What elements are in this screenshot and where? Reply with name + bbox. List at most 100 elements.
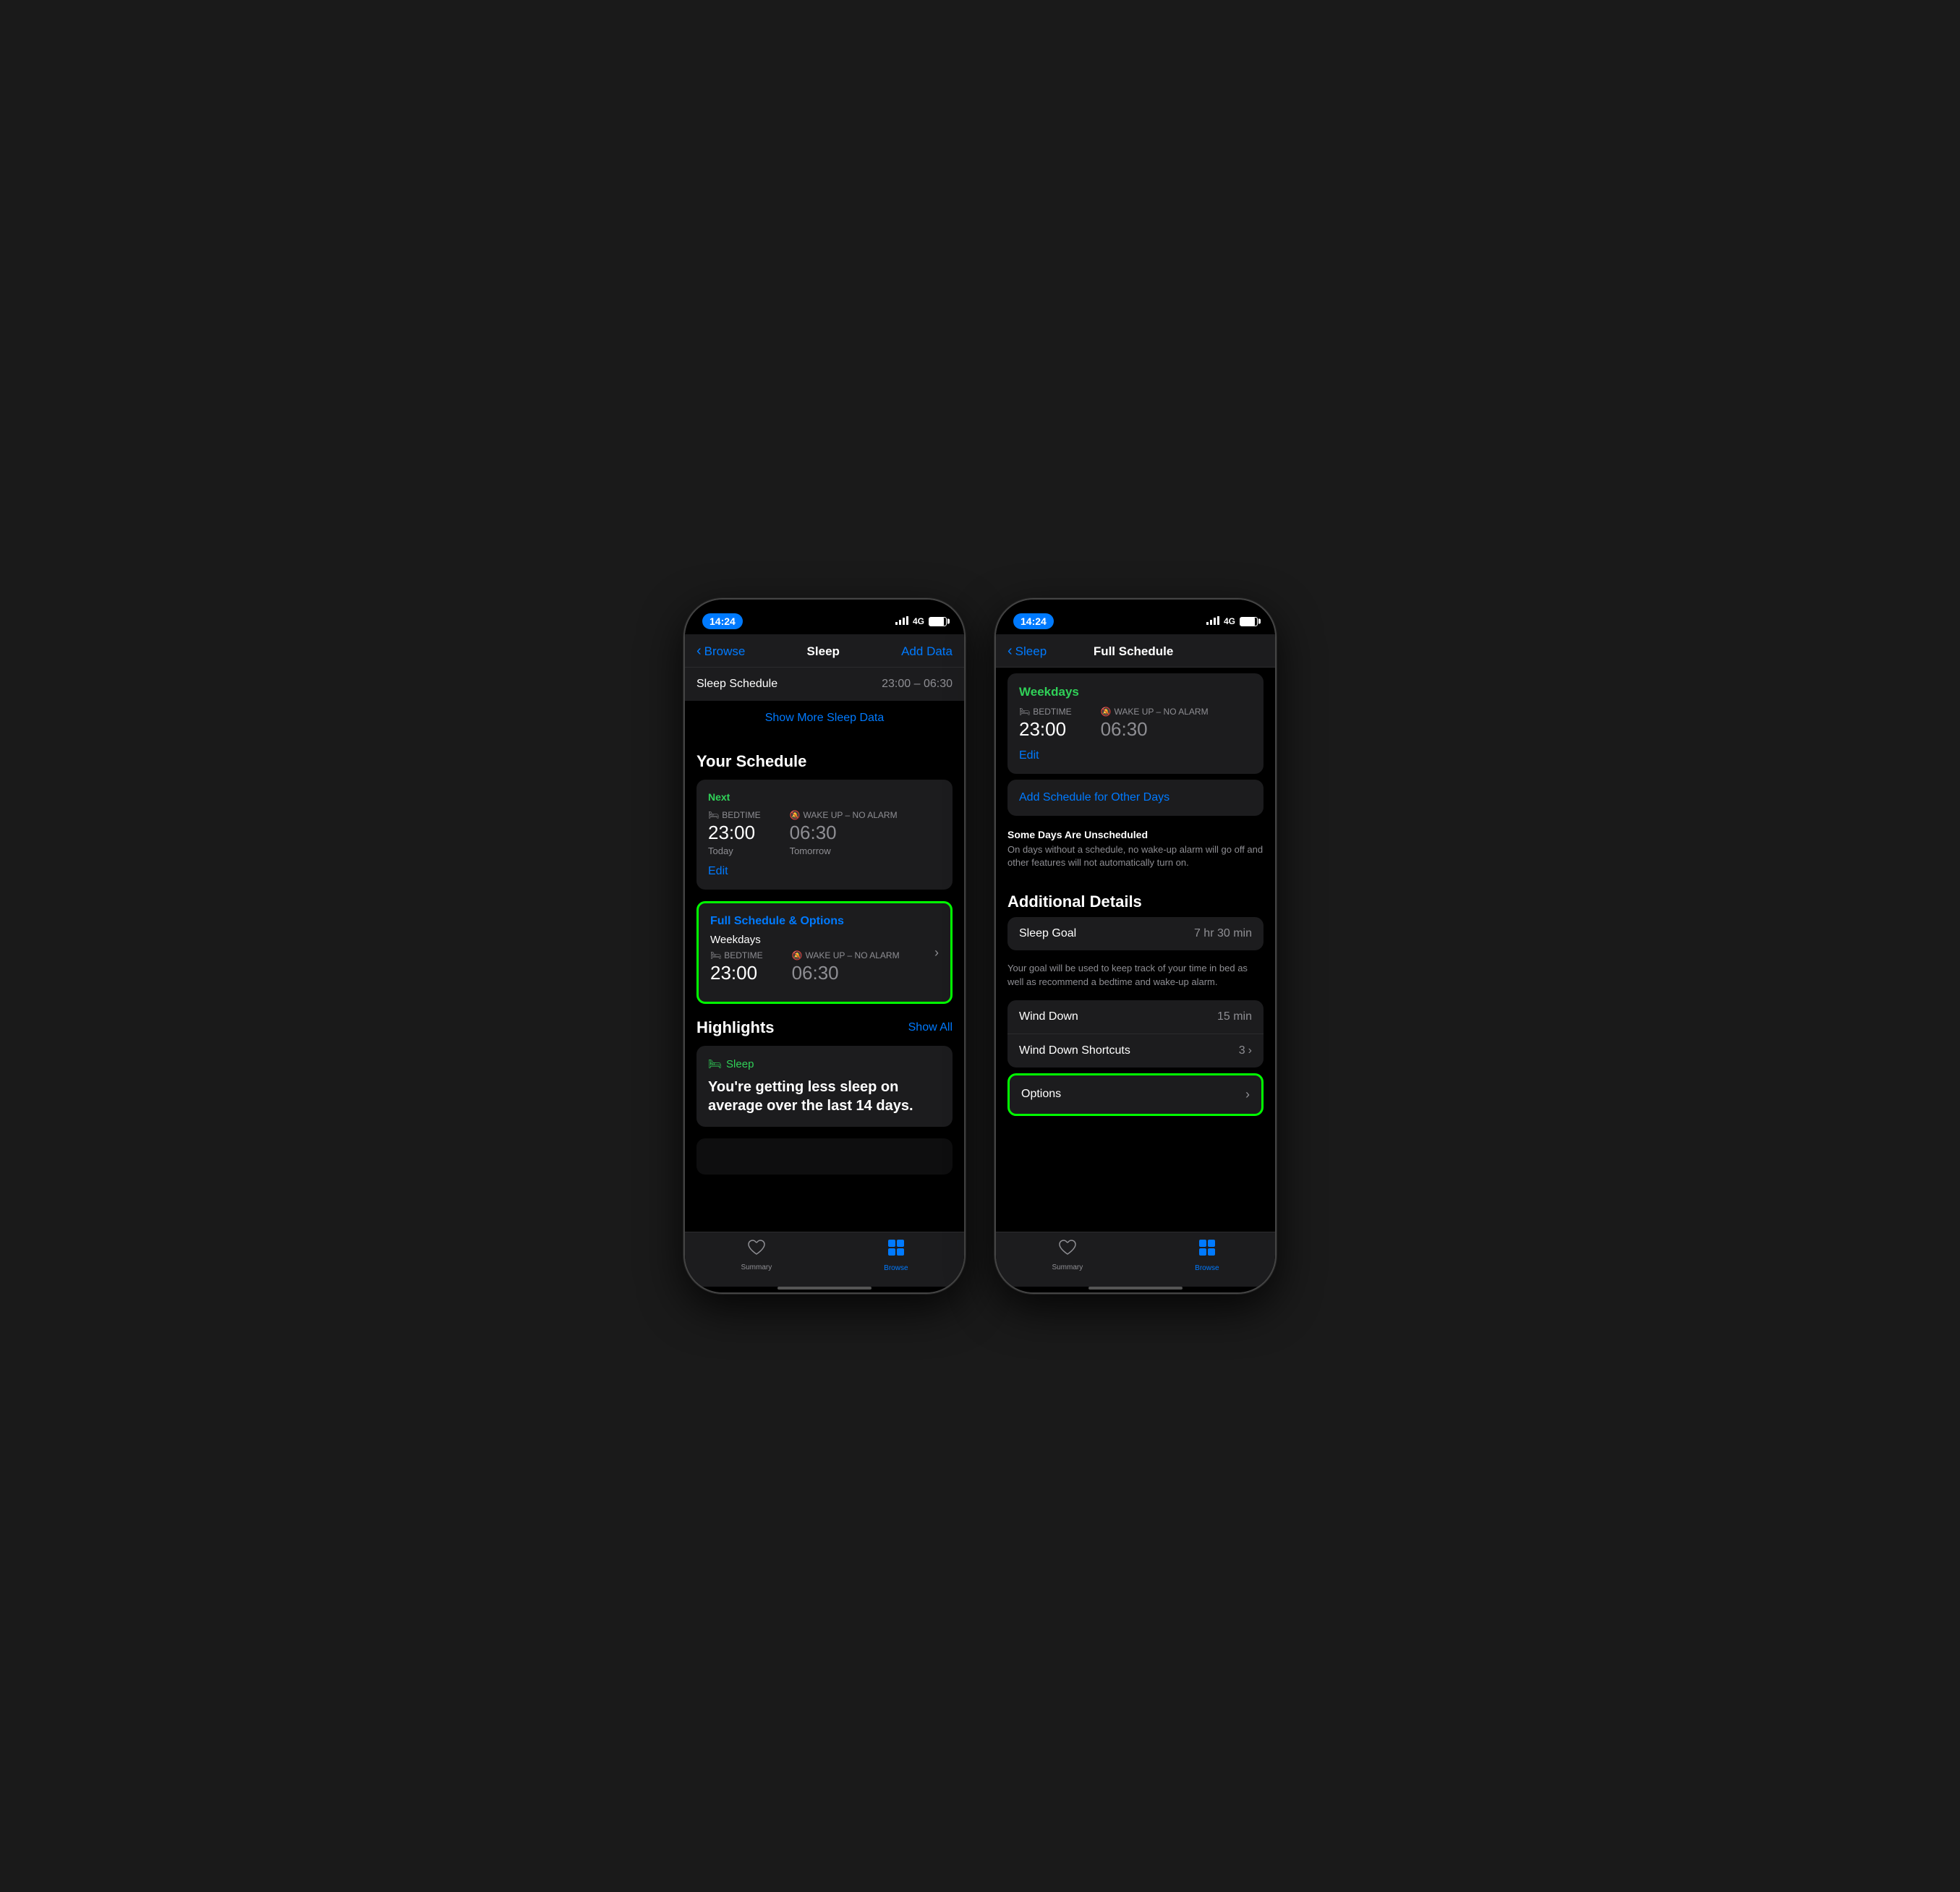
home-indicator-1 — [685, 1287, 964, 1292]
status-time-2: 14:24 — [1013, 613, 1054, 629]
wd-bed-icon: 🛏 — [1019, 707, 1030, 717]
bed-icon: 🛏 — [708, 810, 719, 820]
back-button-1[interactable]: ‹ Browse — [696, 643, 745, 660]
wd-bedtime-label: 🛏 BEDTIME — [1019, 707, 1072, 717]
full-schedule-title: Full Schedule & Options — [710, 915, 934, 928]
highlights-heading: Highlights — [696, 1018, 775, 1037]
fs-bedtime-label: 🛏 BEDTIME — [710, 950, 763, 960]
fs-wakeup-value: 06:30 — [792, 962, 900, 984]
tab-summary-1[interactable]: Summary — [741, 1239, 772, 1271]
sleep-schedule-row[interactable]: Sleep Schedule 23:00 – 06:30 — [685, 668, 964, 701]
wakeup-day: Tomorrow — [790, 845, 898, 856]
nav-bar-2: ‹ Sleep Full Schedule — [996, 634, 1275, 668]
additional-details-heading: Additional Details — [996, 881, 1275, 917]
fs-alarm-icon: 🔕 — [792, 950, 803, 960]
bedtime-value: 23:00 — [708, 822, 761, 844]
full-schedule-card-inner: Full Schedule & Options Weekdays 🛏 BEDTI… — [710, 915, 939, 990]
next-card-edit-link[interactable]: Edit — [708, 865, 941, 878]
status-bar-2: 14:24 4G — [996, 600, 1275, 634]
shortcuts-chevron: › — [1248, 1044, 1252, 1057]
unscheduled-text: On days without a schedule, no wake-up a… — [1007, 843, 1264, 869]
wind-down-row[interactable]: Wind Down 15 min — [1007, 1000, 1264, 1034]
wd-bedtime-col: 🛏 BEDTIME 23:00 — [1019, 707, 1072, 741]
full-schedule-card[interactable]: Full Schedule & Options Weekdays 🛏 BEDTI… — [696, 901, 953, 1004]
fs-bedtime-col: 🛏 BEDTIME 23:00 — [710, 950, 763, 984]
full-schedule-day: Weekdays — [710, 934, 934, 946]
wd-wakeup-value: 06:30 — [1101, 718, 1209, 741]
grid-icon-2 — [1198, 1238, 1217, 1262]
phone-1: 14:24 4G ‹ Browse Sleep Ad — [683, 598, 966, 1294]
screen-1: Sleep Schedule 23:00 – 06:30 Show More S… — [685, 668, 964, 1232]
weekdays-times: 🛏 BEDTIME 23:00 🔕 WAKE UP – NO ALARM 06:… — [1019, 707, 1252, 741]
wakeup-col: 🔕 WAKE UP – NO ALARM 06:30 Tomorrow — [790, 810, 898, 856]
sleep-goal-row[interactable]: Sleep Goal 7 hr 30 min — [1007, 917, 1264, 950]
fs-bedtime-value: 23:00 — [710, 962, 763, 984]
tab-browse-1[interactable]: Browse — [884, 1238, 908, 1272]
highlight-card[interactable]: 🛏 Sleep You're getting less sleep on ave… — [696, 1046, 953, 1127]
add-data-button[interactable]: Add Data — [901, 644, 953, 659]
chevron-left-icon-1: ‹ — [696, 643, 702, 660]
wind-down-card: Wind Down 15 min Wind Down Shortcuts 3 › — [1007, 1000, 1264, 1068]
sleep-schedule-label: Sleep Schedule — [696, 678, 777, 691]
screen-2: Weekdays 🛏 BEDTIME 23:00 🔕 — [996, 668, 1275, 1232]
fs-bed-icon: 🛏 — [710, 950, 721, 960]
back-button-2[interactable]: ‹ Sleep — [1007, 643, 1047, 660]
status-right-1: 4G — [895, 616, 947, 627]
phones-container: 14:24 4G ‹ Browse Sleep Ad — [683, 598, 1277, 1294]
sleep-goal-note: Your goal will be used to keep track of … — [996, 956, 1275, 1000]
tab-browse-label-2: Browse — [1195, 1264, 1219, 1272]
home-indicator-2 — [996, 1287, 1275, 1292]
full-schedule-chevron: › — [934, 945, 939, 960]
signal-icon-2 — [1206, 616, 1219, 627]
full-schedule-times: 🛏 BEDTIME 23:00 🔕 WAKE UP – NO ALARM — [710, 950, 934, 984]
next-schedule-card[interactable]: Next 🛏 BEDTIME 23:00 Today — [696, 780, 953, 890]
sleep-goal-label: Sleep Goal — [1019, 927, 1076, 940]
alarm-icon: 🔕 — [790, 810, 801, 820]
wd-bedtime-value: 23:00 — [1019, 718, 1072, 741]
wd-alarm-icon: 🔕 — [1101, 707, 1112, 717]
highlights-header: Highlights Show All — [685, 1015, 964, 1046]
notch-1 — [770, 600, 879, 621]
bedtime-day: Today — [708, 845, 761, 856]
show-more-button[interactable]: Show More Sleep Data — [685, 702, 964, 735]
tab-summary-label-2: Summary — [1052, 1264, 1083, 1271]
options-chevron: › — [1245, 1087, 1250, 1102]
grid-icon-1 — [887, 1238, 906, 1262]
tab-browse-2[interactable]: Browse — [1195, 1238, 1219, 1272]
chevron-left-icon-2: ‹ — [1007, 643, 1013, 660]
tab-browse-label-1: Browse — [884, 1264, 908, 1272]
status-bar-1: 14:24 4G — [685, 600, 964, 634]
add-schedule-button[interactable]: Add Schedule for Other Days — [1007, 780, 1264, 816]
weekdays-edit-link[interactable]: Edit — [1019, 749, 1252, 762]
sleep-schedule-value: 23:00 – 06:30 — [882, 678, 953, 691]
wd-wakeup-label: 🔕 WAKE UP – NO ALARM — [1101, 707, 1209, 717]
sleep-goal-card: Sleep Goal 7 hr 30 min — [1007, 917, 1264, 950]
weekdays-label: Weekdays — [1019, 685, 1252, 699]
notch-2 — [1081, 600, 1190, 621]
next-card-times: 🛏 BEDTIME 23:00 Today 🔕 WAKE UP – NO ALA… — [708, 810, 941, 856]
fs-wakeup-col: 🔕 WAKE UP – NO ALARM 06:30 — [792, 950, 900, 984]
next-card-label: Next — [708, 791, 941, 803]
full-schedule-content: Full Schedule & Options Weekdays 🛏 BEDTI… — [710, 915, 934, 990]
tab-summary-2[interactable]: Summary — [1052, 1239, 1083, 1271]
show-all-button[interactable]: Show All — [908, 1021, 953, 1034]
wind-down-shortcuts-label: Wind Down Shortcuts — [1019, 1044, 1130, 1057]
heart-icon-2 — [1058, 1239, 1077, 1261]
nav-bar-1: ‹ Browse Sleep Add Data — [685, 634, 964, 668]
battery-icon-1 — [929, 617, 947, 626]
tab-bar-1: Summary Browse — [685, 1232, 964, 1287]
wakeup-label: 🔕 WAKE UP – NO ALARM — [790, 810, 898, 820]
weekdays-schedule-card[interactable]: Weekdays 🛏 BEDTIME 23:00 🔕 — [1007, 673, 1264, 774]
unscheduled-title: Some Days Are Unscheduled — [1007, 829, 1264, 840]
wind-down-shortcuts-row[interactable]: Wind Down Shortcuts 3 › — [1007, 1034, 1264, 1068]
sleep-goal-value: 7 hr 30 min — [1194, 927, 1252, 940]
bedtime-label: 🛏 BEDTIME — [708, 810, 761, 820]
tab-bar-2: Summary Browse — [996, 1232, 1275, 1287]
options-button[interactable]: Options › — [1007, 1073, 1264, 1116]
tab-summary-label-1: Summary — [741, 1264, 772, 1271]
nav-title-1: Sleep — [807, 644, 840, 659]
highlight-icon-label: 🛏 Sleep — [708, 1057, 941, 1070]
nav-title-2: Full Schedule — [1094, 644, 1174, 659]
highlight-text: You're getting less sleep on average ove… — [708, 1078, 941, 1115]
network-label-2: 4G — [1224, 616, 1235, 626]
